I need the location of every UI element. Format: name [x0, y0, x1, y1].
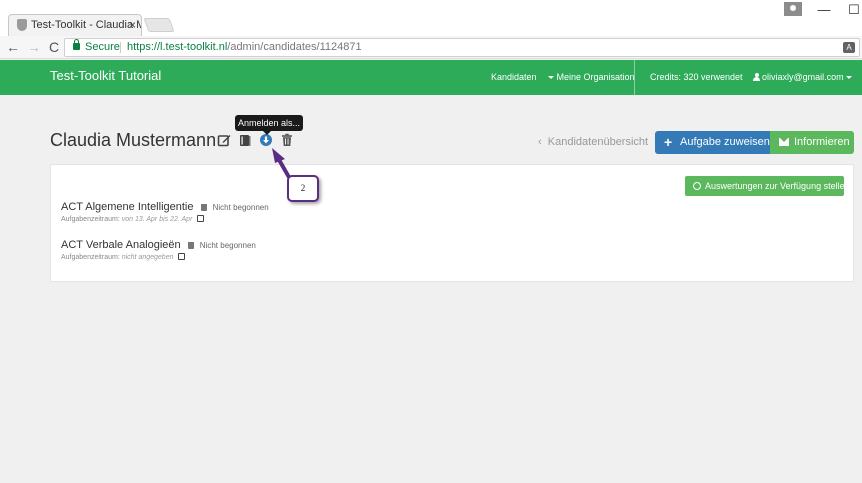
- new-tab-button[interactable]: [143, 18, 175, 32]
- period-value: nicht angegeben: [121, 254, 174, 261]
- profile-icon[interactable]: [784, 2, 802, 16]
- assign-task-button[interactable]: + Aufgabe zuweisen: [655, 131, 770, 154]
- translate-icon[interactable]: A: [843, 42, 855, 53]
- user-email: oliviaxly@gmail.com: [762, 72, 844, 82]
- circle-arrow-icon: [693, 182, 701, 190]
- nav-kandidaten[interactable]: Kandidaten: [491, 72, 537, 82]
- tab-title: Test-Toolkit - Claudia Mu: [31, 19, 142, 31]
- edit-icon[interactable]: [217, 133, 231, 147]
- url-text: https://l.test-toolkit.nl/admin/candidat…: [127, 39, 362, 56]
- inform-label: Informieren: [794, 136, 850, 148]
- chevron-left-icon: ‹: [538, 136, 542, 148]
- minimize-button[interactable]: —: [814, 0, 834, 20]
- browser-toolbar: ← → C Secure https://l.test-toolkit.nl/a…: [0, 36, 862, 59]
- trash-icon[interactable]: [200, 204, 207, 211]
- credits-label: Credits: 320 verwendet: [650, 72, 743, 82]
- url-path: /admin/candidates/1124871: [227, 41, 362, 53]
- nav-organisation[interactable]: Meine Organisation: [548, 72, 635, 82]
- period-label: Aufgabenzeitraum:: [61, 254, 120, 261]
- assign-task-label: Aufgabe zuweisen: [680, 136, 770, 148]
- favicon-icon: [17, 19, 27, 31]
- lock-icon: [73, 39, 80, 50]
- caret-down-icon: [846, 76, 853, 80]
- trash-icon[interactable]: [187, 242, 194, 249]
- task-name: ACT Verbale Analogieën: [61, 239, 181, 251]
- caret-down-icon: [548, 76, 554, 80]
- page-title: Claudia Mustermann: [50, 130, 217, 150]
- url-host: https://l.test-toolkit.nl: [127, 41, 228, 53]
- book-icon[interactable]: [238, 133, 252, 147]
- tab-close-icon[interactable]: ×: [129, 15, 136, 35]
- user-icon: [753, 73, 760, 81]
- user-menu[interactable]: oliviaxly@gmail.com: [753, 72, 853, 82]
- edit-icon[interactable]: [197, 215, 205, 222]
- list-item: ACT Algemene Intelligentie Nicht begonne…: [61, 201, 269, 223]
- back-arrow-icon[interactable]: ←: [5, 38, 21, 56]
- back-to-candidates-link[interactable]: ‹ Kandidatenübersicht: [538, 136, 648, 148]
- edit-icon[interactable]: [178, 253, 186, 260]
- list-item: ACT Verbale Analogieën Nicht begonnen Au…: [61, 239, 256, 261]
- release-results-button[interactable]: Auswertungen zur Verfügung stellen: [685, 176, 850, 196]
- task-status: Nicht begonnen: [199, 241, 256, 250]
- envelope-icon: [779, 138, 789, 146]
- period-value: von 13. Apr bis 22. Apr: [121, 216, 193, 223]
- inform-button[interactable]: Informieren: [770, 131, 854, 154]
- secure-label: Secure: [85, 41, 120, 53]
- period-label: Aufgabenzeitraum:: [61, 216, 120, 223]
- release-results-label: Auswertungen zur Verfügung stellen: [705, 181, 850, 191]
- plus-icon: +: [664, 134, 673, 150]
- brand-title[interactable]: Test-Toolkit Tutorial: [50, 68, 161, 83]
- address-bar[interactable]: Secure https://l.test-toolkit.nl/admin/c…: [64, 38, 860, 57]
- nav-divider: [634, 60, 635, 95]
- nav-organisation-label: Meine Organisation: [556, 72, 635, 82]
- back-link-label: Kandidatenübersicht: [547, 136, 649, 148]
- reload-icon[interactable]: C: [46, 38, 62, 56]
- url-separator: [120, 42, 121, 53]
- tooltip: Anmelden als...: [235, 115, 303, 135]
- annotation-arrow-icon: [272, 148, 296, 188]
- browser-tab[interactable]: Test-Toolkit - Claudia Mu ×: [8, 14, 142, 36]
- forward-arrow-icon[interactable]: →: [26, 38, 42, 56]
- maximize-button[interactable]: ☐: [846, 0, 862, 20]
- browser-titlebar: Test-Toolkit - Claudia Mu × — ☐: [0, 0, 862, 36]
- tasks-panel: Auswertungen zur Verfügung stellen ACT A…: [50, 164, 854, 282]
- annotation-step-badge: 2: [287, 175, 319, 202]
- app-header: Test-Toolkit Tutorial Kandidaten Meine O…: [0, 60, 862, 95]
- task-name: ACT Algemene Intelligentie: [61, 201, 194, 213]
